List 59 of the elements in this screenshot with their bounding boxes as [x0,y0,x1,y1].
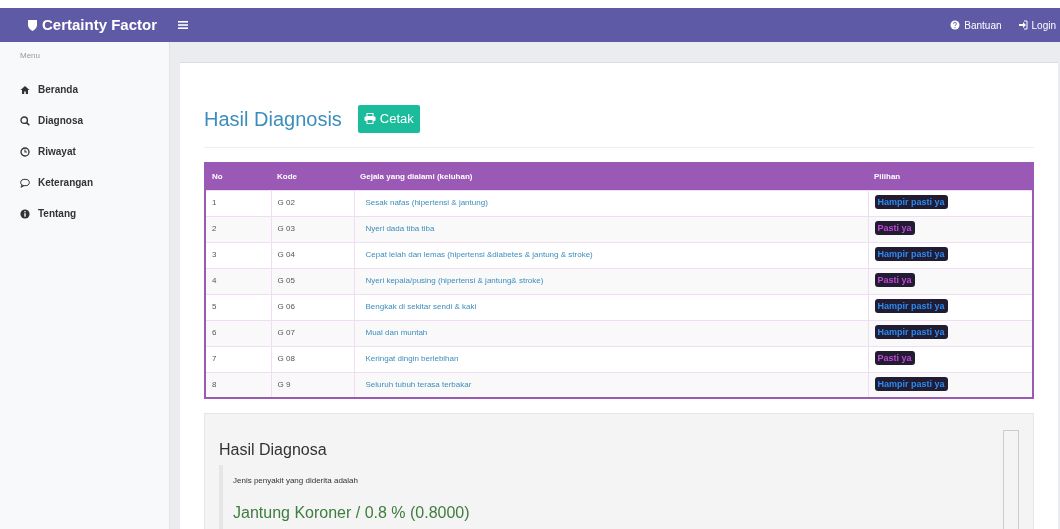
menu-icon[interactable] [178,21,188,29]
sidebar-item[interactable]: Riwayat [0,136,169,167]
choice-label: Hampir pasti ya [874,247,948,262]
choice-label: Hampir pasti ya [874,377,948,391]
table-cell: 2 [205,216,271,242]
table-cell: G 08 [271,346,354,372]
shield-icon [27,19,38,31]
sidebar-heading: Menu [19,50,41,62]
choice-label: Pasti ya [874,221,915,236]
table-cell: Keringat dingin berlebihan [354,346,868,372]
page-title: Hasil Diagnosis [204,106,342,131]
choice-label: Hampir pasti ya [874,195,948,210]
table-cell: G 9 [271,372,354,398]
column-header: No [205,162,271,190]
table-cell: Sesak nafas (hipertensi & jantung) [354,190,868,216]
clock-icon [20,146,30,157]
nav-link[interactable]: Login [1017,17,1056,33]
result-lead-text: Jenis penyakit yang diderita adalah [233,475,359,488]
table-cell: Cepat lelah dan lemas (hipertensi &diabetes & jantung & stroke) [354,242,868,268]
choice-label: Hampir pasti ya [874,299,948,314]
login-icon [1017,20,1028,30]
brand-title[interactable]: Certainty Factor [42,13,158,37]
info-icon [20,208,30,219]
table-cell: Nyeri kepala/pusing (hipertensi & jantung& stroke) [354,268,868,294]
nav-link[interactable]: Bantuan [950,17,1002,33]
sidebar-item[interactable]: Keterangan [0,167,169,198]
table-cell: G 02 [271,190,354,216]
table-cell: G 03 [271,216,354,242]
table-cell: Bengkak di sekitar sendi & kaki [354,294,868,320]
table-cell: 8 [205,372,271,398]
choice-label: Pasti ya [874,273,915,288]
table-cell: Seluruh tubuh terasa terbakar [354,372,868,398]
table-cell: 1 [205,190,271,216]
home-icon [20,84,30,95]
table-cell: G 05 [271,268,354,294]
help-icon [950,20,961,30]
column-header: Gejala yang dialami (keluhan) [354,162,868,190]
table-cell: 6 [205,320,271,346]
column-header: Pilihan [868,162,1033,190]
sidebar-item[interactable]: Beranda [0,74,169,105]
printer-icon [363,113,376,125]
choice-label: Pasti ya [874,351,915,366]
column-header: Kode [271,162,354,190]
table-cell: 7 [205,346,271,372]
table-cell: G 07 [271,320,354,346]
table-cell: G 06 [271,294,354,320]
search-icon [20,115,30,126]
table-cell: Mual dan muntah [354,320,868,346]
sidebar-item[interactable]: Tentang [0,198,169,229]
diagnosis-result: Jantung Koroner / 0.8 % (0.8000) [233,503,470,524]
result-title: Hasil Diagnosa [219,440,328,460]
speech-bubble-icon [20,177,30,188]
table-cell: 5 [205,294,271,320]
table-cell: 3 [205,242,271,268]
table-cell: Nyeri dada tiba tiba [354,216,868,242]
table-cell: 4 [205,268,271,294]
table-cell: G 04 [271,242,354,268]
choice-label: Hampir pasti ya [874,325,948,340]
sidebar-item[interactable]: Diagnosa [0,105,169,136]
